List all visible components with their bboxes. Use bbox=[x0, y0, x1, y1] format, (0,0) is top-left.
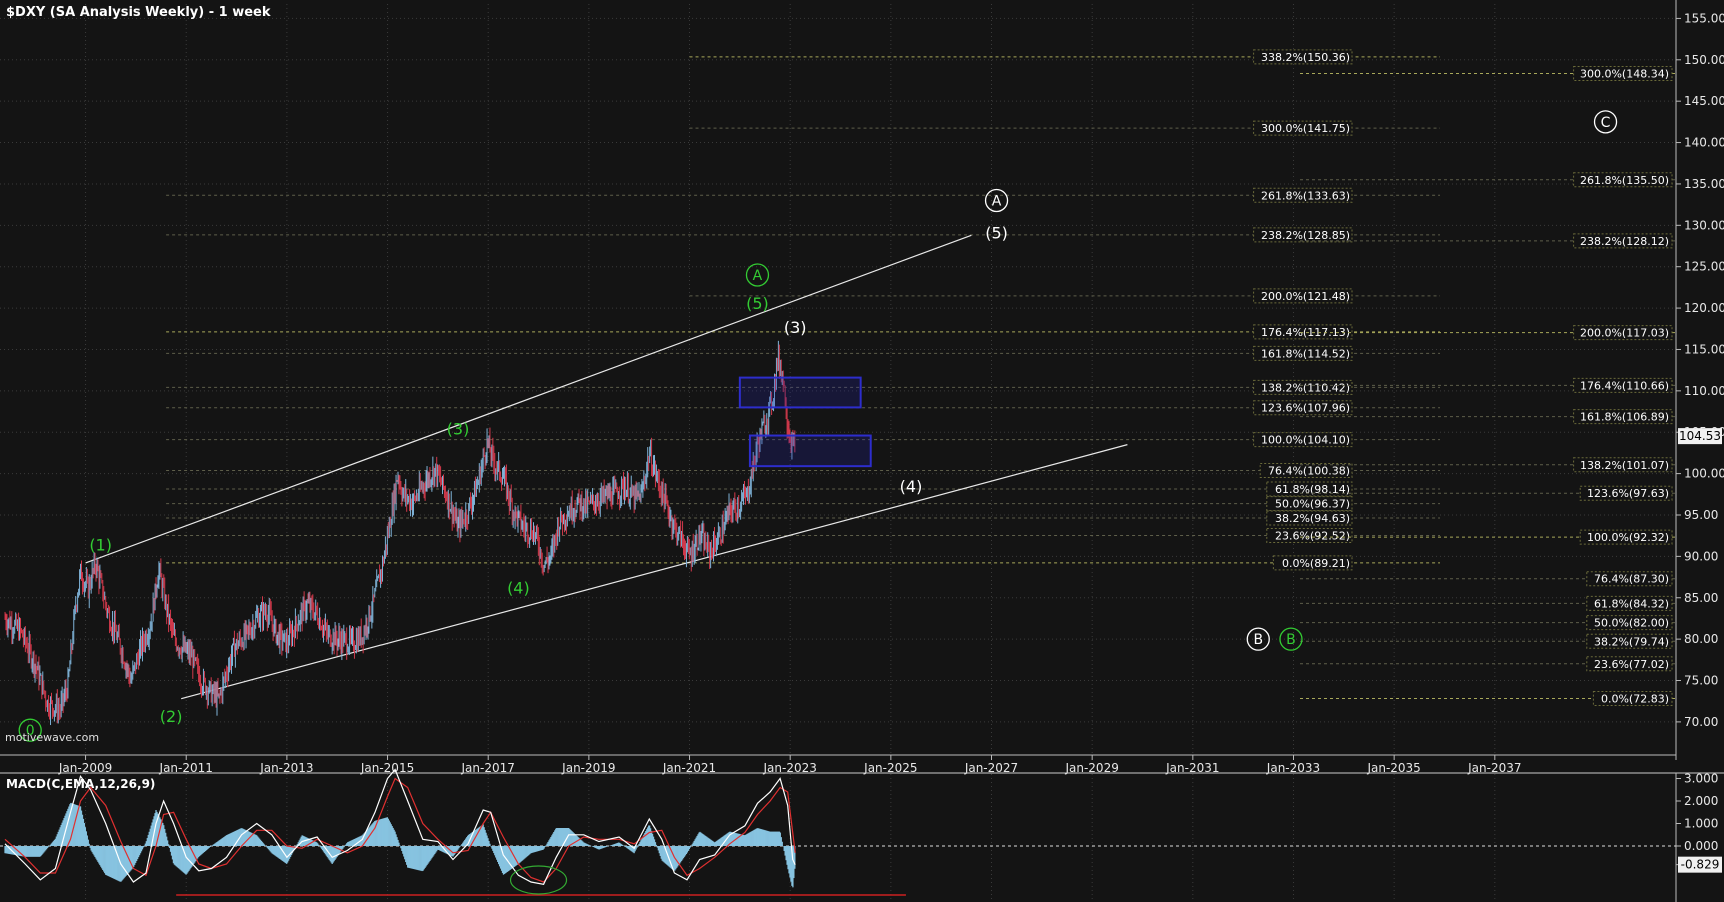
fib-label-right: 23.6%(77.02) bbox=[1594, 658, 1669, 671]
watermark: motivewave.com bbox=[5, 731, 99, 744]
price-tick-label: 100.00 bbox=[1684, 467, 1724, 481]
wave-label: (1) bbox=[89, 536, 112, 555]
fib-label-left: 76.4%(100.38) bbox=[1268, 464, 1350, 477]
fib-label-right: 50.0%(82.00) bbox=[1594, 617, 1669, 630]
target-box bbox=[738, 376, 862, 409]
fib-label-right: 300.0%(148.34) bbox=[1580, 68, 1669, 81]
chart-title: $DXY (SA Analysis Weekly) - 1 week bbox=[6, 5, 271, 20]
price-tick-label: 75.00 bbox=[1684, 674, 1718, 688]
price-tick-label: 145.00 bbox=[1684, 94, 1724, 108]
fib-label-right: 100.0%(92.32) bbox=[1587, 531, 1669, 544]
fib-label-left: 123.6%(107.96) bbox=[1261, 402, 1350, 415]
wave-label: (3) bbox=[447, 420, 470, 439]
price-tick-label: 90.00 bbox=[1684, 549, 1718, 563]
fib-label-left: 238.2%(128.85) bbox=[1261, 229, 1350, 242]
fib-label-right: 176.4%(110.66) bbox=[1580, 379, 1669, 392]
fib-label-left: 100.0%(104.10) bbox=[1261, 434, 1350, 447]
fib-label-left: 61.8%(98.14) bbox=[1275, 483, 1350, 496]
wave-label: (4) bbox=[900, 477, 923, 496]
price-tick-label: 70.00 bbox=[1684, 715, 1718, 729]
price-tick-label: 140.00 bbox=[1684, 136, 1724, 150]
fib-label-left: 50.0%(96.37) bbox=[1275, 498, 1350, 511]
fib-label-right: 38.2%(79.74) bbox=[1594, 635, 1669, 648]
fib-label-left: 38.2%(94.63) bbox=[1275, 512, 1350, 525]
target-box bbox=[748, 434, 872, 468]
price-tick-label: 95.00 bbox=[1684, 508, 1718, 522]
wave-label: B bbox=[1286, 632, 1296, 648]
price-tick-label: 80.00 bbox=[1684, 632, 1718, 646]
fib-label-left: 261.8%(133.63) bbox=[1261, 189, 1350, 202]
fib-label-left: 300.0%(141.75) bbox=[1261, 122, 1350, 135]
wave-label: (2) bbox=[160, 707, 183, 726]
fib-label-left: 338.2%(150.36) bbox=[1261, 51, 1350, 64]
fib-label-left: 23.6%(92.52) bbox=[1275, 530, 1350, 543]
macd-title: MACD(C,EMA,12,26,9) bbox=[6, 777, 155, 791]
fib-label-right: 238.2%(128.12) bbox=[1580, 235, 1669, 248]
wave-label: A bbox=[753, 268, 763, 284]
chart-canvas[interactable]: 338.2%(150.36) 300.0%(141.75) 261.8%(133.6… bbox=[0, 0, 1724, 902]
macd-tick-label: 0.000 bbox=[1684, 839, 1718, 853]
current-price-label: 104.53 bbox=[1679, 429, 1721, 443]
price-tick-label: 85.00 bbox=[1684, 591, 1718, 605]
price-tick-label: 115.00 bbox=[1684, 342, 1724, 356]
macd-tick-label: 1.000 bbox=[1684, 817, 1718, 831]
fib-label-right: 161.8%(106.89) bbox=[1580, 411, 1669, 424]
fib-label-left: 138.2%(110.42) bbox=[1261, 381, 1350, 394]
wave-label: (4) bbox=[507, 579, 530, 598]
price-tick-label: 130.00 bbox=[1684, 218, 1724, 232]
fib-label-right: 200.0%(117.03) bbox=[1580, 327, 1669, 340]
price-tick-label: 125.00 bbox=[1684, 260, 1724, 274]
price-tick-label: 155.00 bbox=[1684, 11, 1724, 25]
macd-current-label: -0.829 bbox=[1681, 858, 1720, 872]
price-tick-label: 110.00 bbox=[1684, 384, 1724, 398]
macd-tick-label: 2.000 bbox=[1684, 794, 1718, 808]
fib-label-left: 200.0%(121.48) bbox=[1261, 290, 1350, 303]
wave-label: (5) bbox=[746, 294, 769, 313]
fib-label-right: 76.4%(87.30) bbox=[1594, 573, 1669, 586]
price-tick-label: 150.00 bbox=[1684, 53, 1724, 67]
wave-label: C bbox=[1601, 115, 1611, 131]
macd-tick-label: 3.000 bbox=[1684, 772, 1718, 786]
wave-label: B bbox=[1253, 632, 1263, 648]
chart-window: 338.2%(150.36) 300.0%(141.75) 261.8%(133.6… bbox=[0, 0, 1724, 902]
fib-label-left: 161.8%(114.52) bbox=[1261, 347, 1350, 360]
fib-label-right: 61.8%(84.32) bbox=[1594, 597, 1669, 610]
price-tick-label: 135.00 bbox=[1684, 177, 1724, 191]
fib-label-right: 123.6%(97.63) bbox=[1587, 487, 1669, 500]
wave-label: (5) bbox=[985, 224, 1008, 243]
fib-label-left: 0.0%(89.21) bbox=[1282, 557, 1350, 570]
wave-label: A bbox=[992, 193, 1002, 209]
wave-label: (3) bbox=[784, 318, 807, 337]
price-tick-label: 120.00 bbox=[1684, 301, 1724, 315]
fib-label-right: 0.0%(72.83) bbox=[1601, 692, 1669, 705]
fib-label-right: 261.8%(135.50) bbox=[1580, 174, 1669, 187]
fib-label-right: 138.2%(101.07) bbox=[1580, 459, 1669, 472]
